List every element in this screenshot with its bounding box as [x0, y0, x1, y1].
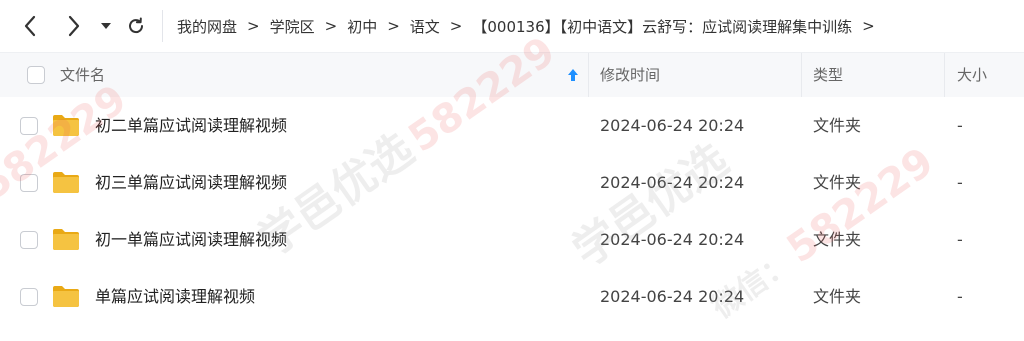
file-name[interactable]: 初三单篇应试阅读理解视频: [95, 154, 287, 211]
row-checkbox[interactable]: [20, 231, 38, 249]
column-header-type[interactable]: 类型: [813, 53, 843, 97]
file-table-header: 文件名 修改时间 类型 大小: [0, 52, 1024, 97]
breadcrumb-separator: >: [862, 17, 875, 35]
file-name[interactable]: 单篇应试阅读理解视频: [95, 268, 255, 325]
table-row[interactable]: 初三单篇应试阅读理解视频 2024-06-24 20:24 文件夹 -: [0, 154, 1024, 211]
refresh-icon: [129, 17, 144, 34]
navigation-bar: 我的网盘 > 学院区 > 初中 > 语文 > 【000136】【初中语文】云舒写…: [0, 0, 1024, 52]
column-divider[interactable]: [944, 53, 945, 97]
folder-icon: [53, 286, 79, 307]
breadcrumb-item[interactable]: 学院区: [270, 16, 315, 37]
file-modified: 2024-06-24 20:24: [600, 230, 745, 249]
file-size: -: [957, 287, 963, 306]
file-modified: 2024-06-24 20:24: [600, 116, 745, 135]
file-modified: 2024-06-24 20:24: [600, 173, 745, 192]
table-row[interactable]: 初二单篇应试阅读理解视频 2024-06-24 20:24 文件夹 -: [0, 97, 1024, 154]
column-divider[interactable]: [801, 53, 802, 97]
nav-divider: [162, 10, 163, 42]
row-checkbox[interactable]: [20, 288, 38, 306]
file-type: 文件夹: [813, 173, 862, 192]
select-all-checkbox[interactable]: [27, 66, 45, 84]
column-header-size[interactable]: 大小: [957, 53, 987, 97]
breadcrumb-separator: >: [247, 17, 260, 35]
folder-icon: [53, 115, 79, 136]
breadcrumb-item[interactable]: 我的网盘: [177, 16, 237, 37]
caret-down-icon: [101, 23, 111, 29]
file-name[interactable]: 初一单篇应试阅读理解视频: [95, 211, 287, 268]
breadcrumb-item[interactable]: 语文: [410, 16, 440, 37]
forward-button[interactable]: [54, 6, 94, 46]
chevron-right-icon: [68, 15, 80, 37]
column-divider[interactable]: [588, 53, 589, 97]
breadcrumb-separator: >: [387, 17, 400, 35]
table-row[interactable]: 单篇应试阅读理解视频 2024-06-24 20:24 文件夹 -: [0, 268, 1024, 325]
row-checkbox[interactable]: [20, 117, 38, 135]
file-size: -: [957, 116, 963, 135]
sort-ascending-icon[interactable]: [567, 67, 579, 83]
chevron-left-icon: [24, 15, 36, 37]
file-browser-window: 我的网盘 > 学院区 > 初中 > 语文 > 【000136】【初中语文】云舒写…: [0, 0, 1024, 341]
breadcrumb-item-current[interactable]: 【000136】【初中语文】云舒写：应试阅读理解集中训练: [472, 16, 852, 37]
history-dropdown-button[interactable]: [94, 6, 118, 46]
file-size: -: [957, 173, 963, 192]
column-header-name[interactable]: 文件名: [60, 53, 105, 97]
file-type: 文件夹: [813, 287, 862, 306]
file-name[interactable]: 初二单篇应试阅读理解视频: [95, 97, 287, 154]
breadcrumb-separator: >: [324, 17, 338, 35]
file-type: 文件夹: [813, 116, 862, 135]
breadcrumb: 我的网盘 > 学院区 > 初中 > 语文 > 【000136】【初中语文】云舒写…: [177, 16, 885, 37]
file-modified: 2024-06-24 20:24: [600, 287, 745, 306]
table-row[interactable]: 初一单篇应试阅读理解视频 2024-06-24 20:24 文件夹 -: [0, 211, 1024, 268]
row-checkbox[interactable]: [20, 174, 38, 192]
breadcrumb-separator: >: [449, 17, 463, 35]
breadcrumb-item[interactable]: 初中: [347, 16, 377, 37]
file-size: -: [957, 230, 963, 249]
refresh-button[interactable]: [118, 6, 154, 46]
column-header-modified[interactable]: 修改时间: [600, 53, 660, 97]
folder-icon: [53, 172, 79, 193]
file-type: 文件夹: [813, 230, 862, 249]
back-button[interactable]: [10, 6, 50, 46]
folder-icon: [53, 229, 79, 250]
